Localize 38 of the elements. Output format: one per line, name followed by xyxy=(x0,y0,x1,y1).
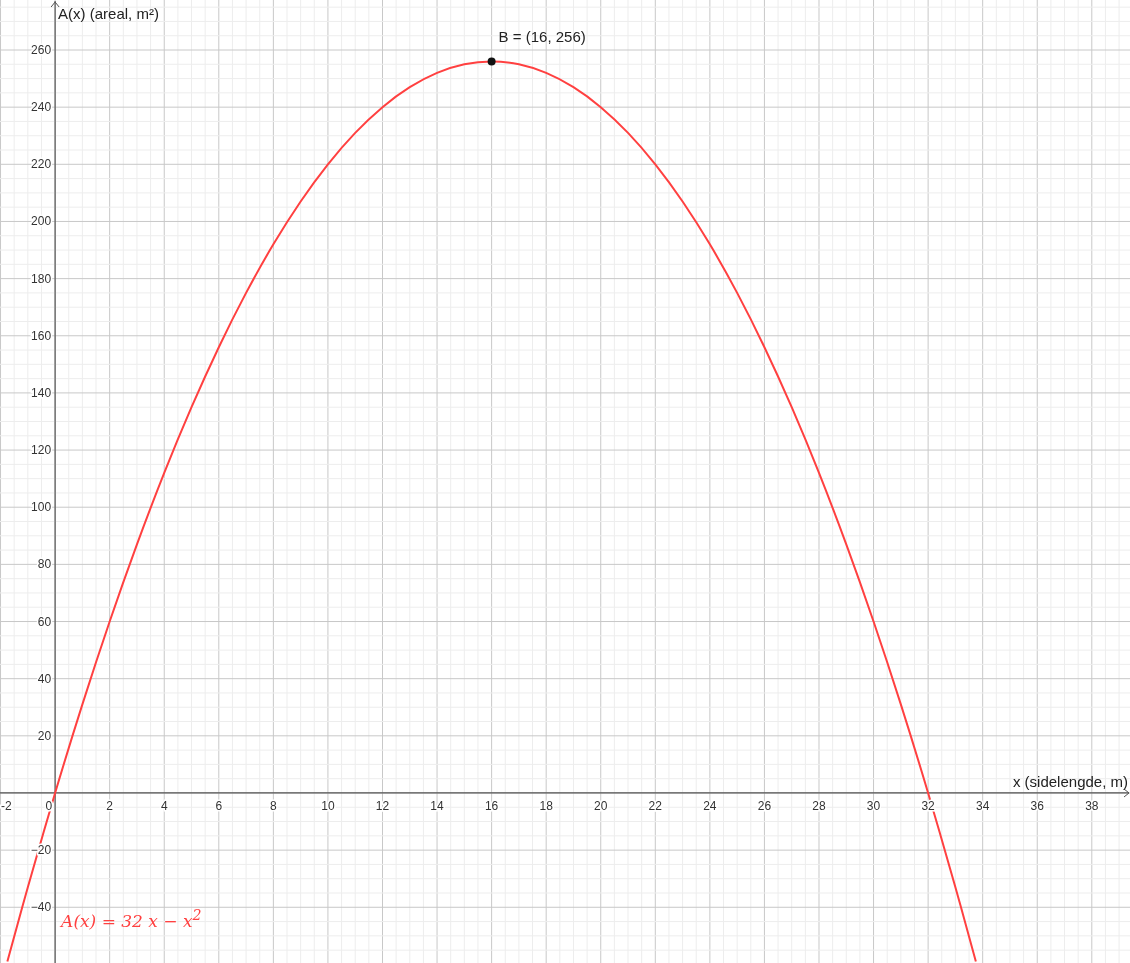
tick-label: 10 xyxy=(321,798,335,813)
tick-label: 18 xyxy=(539,798,553,813)
tick-label: 100 xyxy=(31,500,52,515)
tick-label: 26 xyxy=(757,798,772,813)
tick-label: 260 xyxy=(31,43,52,57)
tick-label: 12 xyxy=(375,798,390,813)
tick-label: 28 xyxy=(812,798,826,813)
tick-label: −40 xyxy=(30,900,52,915)
tick-label: 14 xyxy=(430,798,444,813)
tick-label: 22 xyxy=(648,798,662,813)
tick-label: 200 xyxy=(31,214,52,229)
tick-label: -2 xyxy=(1,798,12,813)
tick-label: 36 xyxy=(1030,798,1044,813)
tick-label: 160 xyxy=(31,328,52,343)
tick-label: 140 xyxy=(31,385,52,400)
tick-label: 2 xyxy=(106,798,113,813)
tick-label: 16 xyxy=(484,798,499,813)
tick-label: 24 xyxy=(703,798,717,813)
tick-label: 20 xyxy=(594,798,608,813)
tick-label: 6 xyxy=(215,798,223,813)
tick-label: 80 xyxy=(37,557,52,572)
tick-label: 60 xyxy=(37,614,52,629)
tick-label: 40 xyxy=(37,671,52,686)
tick-label: 20 xyxy=(37,728,52,743)
tick-label: 180 xyxy=(31,271,52,286)
tick-label: 240 xyxy=(31,100,52,115)
tick-label: 8 xyxy=(270,798,277,813)
axis-label: x (sidelengde, m) xyxy=(1012,772,1128,790)
tick-label: 4 xyxy=(160,798,168,813)
function-label: A(x) = 32 x − x$^{2}$ xyxy=(61,907,202,930)
tick-label: 34 xyxy=(976,798,990,813)
tick-label: 38 xyxy=(1085,798,1099,813)
axis-label: A(x) (areal, m²) xyxy=(58,5,159,22)
tick-label: 30 xyxy=(866,798,881,813)
point-marker xyxy=(487,57,496,66)
tick-label: 120 xyxy=(31,443,52,458)
tick-label: 220 xyxy=(31,157,52,172)
point-label: B = (16, 256) xyxy=(498,28,586,46)
